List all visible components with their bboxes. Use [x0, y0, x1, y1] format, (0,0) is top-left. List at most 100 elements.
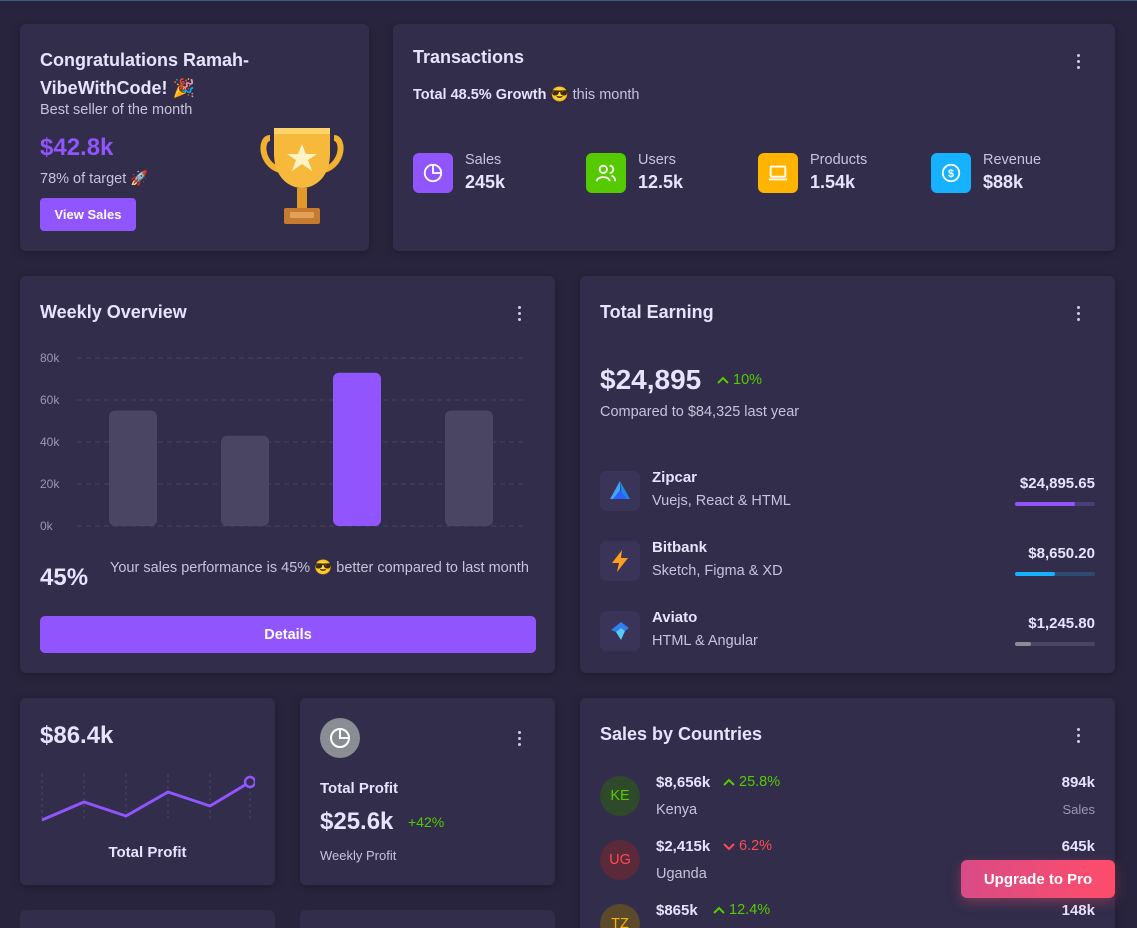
earning-change-value: 10%	[733, 372, 763, 388]
pie-chart-icon	[320, 718, 360, 758]
total-profit-sublabel: Weekly Profit	[320, 848, 397, 863]
congrats-title: Congratulations Ramah-VibeWithCode! 🎉	[40, 50, 250, 98]
country-amount: $2,415k	[656, 838, 711, 855]
growth-suffix: 😎 this month	[550, 87, 640, 103]
chart-bar[interactable]	[333, 372, 381, 526]
country-row: TZ $865k 12.4% 148k	[600, 898, 1095, 928]
transactions-growth: Total 48.5% Growth 😎 this month	[413, 86, 640, 103]
earning-item-tech: Vuejs, React & HTML	[652, 493, 791, 509]
chart-bar[interactable]	[109, 410, 157, 527]
earning-item: Aviato HTML & Angular $1,245.80	[600, 609, 1095, 659]
more-options-icon[interactable]	[1068, 725, 1088, 745]
earning-change: 10%	[716, 372, 762, 388]
chevron-up-icon	[713, 906, 725, 914]
earning-item-tech: HTML & Angular	[652, 633, 758, 649]
stat-label: Revenue	[983, 152, 1042, 168]
profit-line-chart	[41, 774, 255, 822]
y-tick-label: 20k	[40, 477, 60, 491]
congratulations-card: Congratulations Ramah-VibeWithCode! 🎉 Be…	[20, 24, 369, 251]
y-tick-label: 0k	[40, 519, 54, 533]
weekly-overview-title: Weekly Overview	[40, 302, 187, 322]
country-name: Uganda	[656, 866, 707, 882]
zipcar-logo-icon	[600, 471, 640, 511]
stat-label: Users	[638, 152, 676, 168]
total-profit-card: Total Profit $25.6k +42% Weekly Profit	[300, 698, 555, 885]
earning-item-name: Zipcar	[652, 469, 698, 486]
country-sales-label: Sales	[1062, 802, 1095, 817]
congrats-subtitle: Best seller of the month	[40, 102, 193, 118]
earning-item-amount: $24,895.65	[1019, 475, 1095, 492]
country-avatar: UG	[600, 840, 640, 880]
view-sales-button[interactable]: View Sales	[40, 198, 136, 231]
weekly-overview-card: Weekly Overview 80k 60k 40k 20k 0k 45% Your …	[20, 276, 555, 673]
card-stub	[300, 910, 555, 928]
earning-item: Bitbank Sketch, Figma & XD $8,650.20	[600, 539, 1095, 589]
total-profit-label: Total Profit	[320, 780, 399, 797]
country-avatar: TZ	[600, 904, 640, 928]
stat-revenue: $ Revenue $88k	[931, 151, 1041, 195]
earning-item-name: Bitbank	[652, 539, 708, 556]
total-profit-change: +42%	[408, 814, 445, 830]
country-name: Kenya	[656, 802, 698, 818]
trophy-icon	[260, 128, 344, 224]
country-change-value: 12.4%	[729, 902, 771, 918]
svg-text:$: $	[948, 168, 954, 180]
transactions-card: Transactions Total 48.5% Growth 😎 this m…	[393, 24, 1115, 251]
profit-line-card: $86.4k Total Profit	[20, 698, 275, 885]
profit-line-amount: $86.4k	[40, 722, 114, 749]
profit-line-label: Total Profit	[108, 844, 187, 861]
stat-users: Users 12.5k	[586, 151, 683, 195]
lightning-logo-icon	[600, 541, 640, 581]
chart-bar[interactable]	[221, 435, 269, 526]
sales-by-countries-title: Sales by Countries	[600, 724, 763, 744]
country-row: KE $8,656k 25.8% Kenya 894k Sales	[600, 770, 1095, 820]
earning-item-name: Aviato	[652, 609, 698, 626]
country-sales: 894k	[1061, 774, 1095, 791]
stat-label: Sales	[465, 152, 502, 168]
y-tick-label: 40k	[40, 435, 60, 449]
y-tick-label: 80k	[40, 351, 60, 365]
earning-item-amount: $8,650.20	[1028, 545, 1095, 562]
chevron-up-icon	[717, 376, 729, 384]
country-change: 25.8%	[722, 774, 780, 790]
upgrade-to-pro-button[interactable]: Upgrade to Pro	[961, 860, 1115, 898]
y-tick-label: 60k	[40, 393, 60, 407]
stat-value: 245k	[465, 172, 506, 192]
more-options-icon[interactable]	[509, 728, 529, 748]
chevron-down-icon	[723, 843, 735, 851]
stat-sales: Sales 245k	[413, 151, 505, 195]
stat-value: 1.54k	[810, 172, 856, 192]
stat-value: $88k	[983, 172, 1024, 192]
earning-item-amount: $1,245.80	[1028, 615, 1095, 632]
weekly-bar-chart: 80k 60k 40k 20k 0k	[40, 351, 525, 533]
country-change-value: 6.2%	[739, 838, 773, 854]
earning-progress-bar	[1015, 502, 1095, 506]
country-sales: 645k	[1061, 838, 1095, 855]
details-button[interactable]: Details	[40, 616, 536, 653]
dollar-icon: $	[931, 153, 971, 193]
card-stub	[20, 910, 275, 928]
earning-compare: Compared to $84,325 last year	[600, 404, 800, 420]
country-change-value: 25.8%	[739, 774, 781, 790]
growth-value: Total 48.5% Growth	[413, 87, 547, 103]
total-earning-card: Total Earning $24,895 10% Compared to $8…	[580, 276, 1115, 673]
pie-chart-icon	[413, 153, 453, 193]
stat-products: Products 1.54k	[758, 151, 867, 195]
users-icon	[586, 153, 626, 193]
laptop-icon	[758, 153, 798, 193]
chart-bar[interactable]	[445, 410, 493, 527]
country-amount: $8,656k	[656, 774, 711, 791]
earning-amount: $24,895	[600, 364, 702, 395]
earning-item-tech: Sketch, Figma & XD	[652, 563, 783, 579]
earning-progress-bar	[1015, 642, 1095, 646]
country-sales: 148k	[1061, 902, 1095, 919]
weekly-percent: 45%	[40, 564, 89, 591]
more-options-icon[interactable]	[509, 303, 529, 323]
earning-progress-bar	[1015, 572, 1095, 576]
more-options-icon[interactable]	[1068, 303, 1088, 323]
more-options-icon[interactable]	[1068, 51, 1088, 71]
country-change: 12.4%	[712, 902, 770, 918]
congrats-target: 78% of target 🚀	[40, 171, 149, 187]
transactions-title: Transactions	[413, 47, 525, 67]
country-amount: $865k	[656, 902, 698, 919]
